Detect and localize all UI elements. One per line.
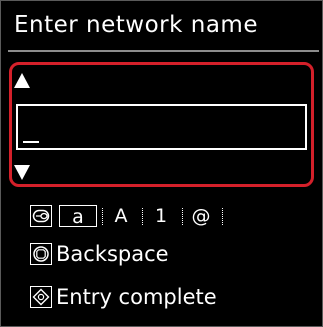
mode-lowercase[interactable]: a (59, 205, 97, 228)
mode-separator (142, 208, 143, 225)
ok-key-icon (30, 286, 52, 308)
text-cursor (23, 141, 39, 143)
network-name-input[interactable] (16, 104, 307, 150)
mode-uppercase[interactable]: A (106, 205, 136, 227)
screen-title: Enter network name (14, 12, 258, 38)
mode-separator (182, 208, 183, 225)
backspace-label: Backspace (56, 242, 169, 266)
title-divider (8, 50, 319, 52)
mode-separator (222, 208, 223, 225)
mode-symbol[interactable]: @ (186, 205, 216, 227)
input-mode-key-icon[interactable] (30, 205, 52, 227)
stop-key-icon (30, 243, 52, 265)
mode-separator (102, 208, 103, 225)
scroll-up-icon[interactable] (14, 73, 30, 88)
scroll-down-icon[interactable] (14, 165, 30, 180)
entry-complete-label: Entry complete (56, 285, 217, 309)
mode-numeric[interactable]: 1 (146, 205, 176, 227)
